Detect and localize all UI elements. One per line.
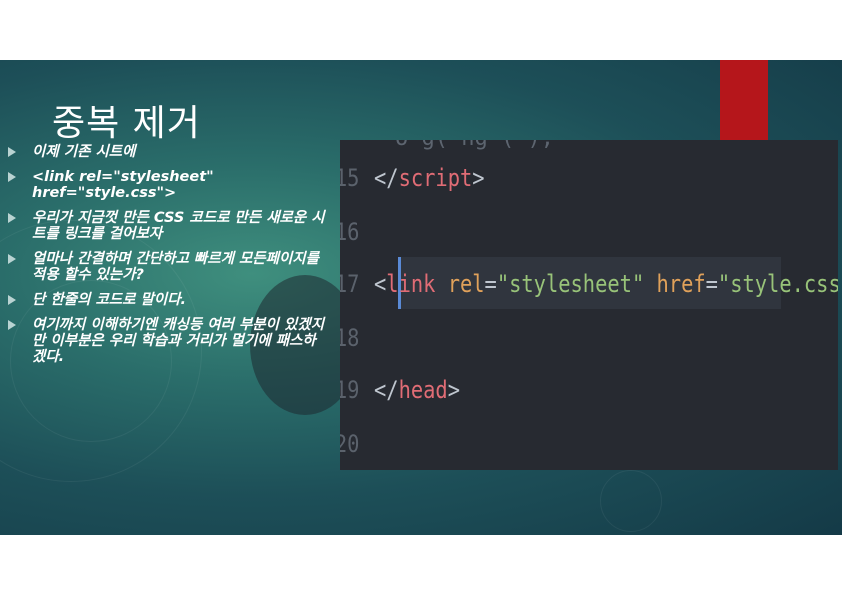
bullet-item: 이제 기존 시트에: [8, 144, 328, 160]
line-number: 15: [340, 164, 360, 192]
code-line: 16: [340, 206, 763, 258]
code-token: >: [447, 376, 460, 404]
bullet-text: 이제 기존 시트에: [32, 144, 136, 160]
bullet-item: 단 한줄의 코드로 말이다.: [8, 292, 328, 308]
code-token: </: [374, 164, 399, 192]
line-number: 17: [340, 270, 360, 298]
bullet-text: 얼마나 간결하며 간단하고 빠르게 모든페이지를 적용 할수 있는가?: [32, 251, 319, 283]
triangle-bullet-icon: [8, 295, 16, 305]
code-line: 17 <link rel="stylesheet" href="style.cs…: [340, 258, 838, 310]
triangle-bullet-icon: [8, 254, 16, 264]
bullet-item: <link rel="stylesheet" href="style.css">: [8, 169, 328, 201]
code-line: 19 </head>: [340, 364, 763, 416]
code-fragment-top: o g( ng ( );: [395, 140, 554, 151]
line-number: 18: [340, 324, 360, 352]
code-token: script: [398, 164, 473, 192]
bullet-item: 얼마나 간결하며 간단하고 빠르게 모든페이지를 적용 할수 있는가?: [8, 251, 328, 283]
bullet-item: 여기까지 이해하기엔 캐싱등 여러 부분이 있겠지만 이부분은 우리 학습과 거…: [8, 317, 328, 365]
bullet-item: 우리가 지금껏 만든 CSS 코드로 만든 새로운 시트를 링크를 걸어보자: [8, 210, 328, 242]
code-token: "stylesheet": [496, 270, 645, 298]
triangle-bullet-icon: [8, 320, 16, 330]
background-ring: [600, 470, 662, 532]
code-token: head: [398, 376, 448, 404]
red-accent-bar: [720, 60, 768, 140]
line-number: 16: [340, 218, 360, 246]
bullet-text: 우리가 지금껏 만든 CSS 코드로 만든 새로운 시트를 링크를 걸어보자: [32, 210, 325, 242]
code-token: =: [705, 270, 718, 298]
slide-title: 중복 제거: [52, 103, 201, 144]
code-token: </: [374, 376, 399, 404]
line-number: 19: [340, 376, 360, 404]
triangle-bullet-icon: [8, 172, 16, 182]
code-token: href: [656, 270, 706, 298]
code-line: 20: [340, 418, 763, 470]
code-token: link: [386, 270, 436, 298]
code-token: >: [472, 164, 485, 192]
code-screenshot: o g( ng ( ); 15 </script> 16 17 <link re…: [340, 140, 838, 470]
code-token: =: [484, 270, 497, 298]
code-line: 18: [340, 312, 763, 364]
bullet-text: 여기까지 이해하기엔 캐싱등 여러 부분이 있겠지만 이부분은 우리 학습과 거…: [32, 317, 325, 365]
triangle-bullet-icon: [8, 147, 16, 157]
code-token: <: [374, 270, 387, 298]
line-number: 20: [340, 430, 360, 458]
bullet-text: <link rel="stylesheet" href="style.css">: [32, 169, 214, 201]
bullet-text: 단 한줄의 코드로 말이다.: [32, 292, 187, 308]
code-token: rel: [447, 270, 485, 298]
code-token: "style.css": [717, 270, 838, 298]
code-line: 15 </script>: [340, 152, 763, 204]
slide: 중복 제거 이제 기존 시트에 <link rel="stylesheet" h…: [0, 60, 842, 535]
bullet-list: 이제 기존 시트에 <link rel="stylesheet" href="s…: [8, 144, 328, 374]
triangle-bullet-icon: [8, 213, 16, 223]
